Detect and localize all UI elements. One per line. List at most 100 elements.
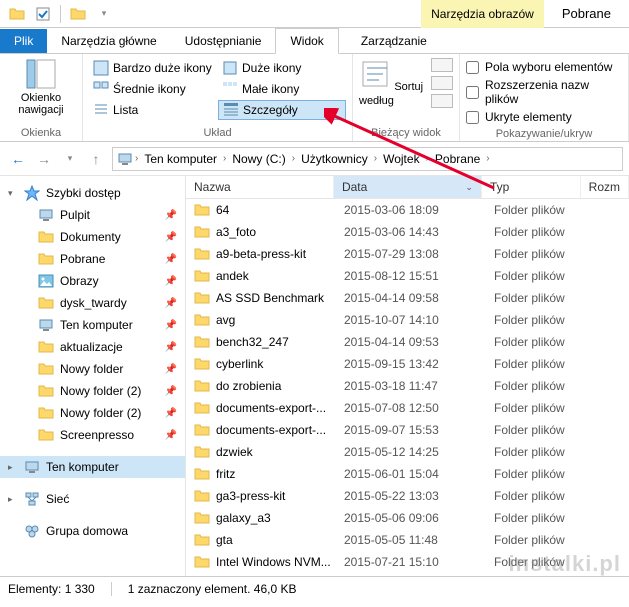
chevron-right-icon[interactable]: › — [135, 153, 138, 164]
sidebar-item[interactable]: ▸aktualizacje📌 — [0, 336, 185, 358]
status-bar: Elementy: 1 330 1 zaznaczony element. 46… — [0, 576, 629, 600]
ribbon-group-current-view: Sortuj według Bieżący widok — [353, 54, 460, 141]
properties-button[interactable] — [32, 3, 54, 25]
table-row[interactable]: cyberlink2015-09-15 13:42Folder plików — [186, 353, 629, 375]
crumb-3[interactable]: Wojtek — [379, 152, 423, 166]
table-row[interactable]: dzwiek2015-05-12 14:25Folder plików — [186, 441, 629, 463]
navigation-pane: ▾ Szybki dostęp ▸Pulpit📌▸Dokumenty📌▸Pobr… — [0, 176, 186, 576]
table-row[interactable]: documents-export-...2015-09-07 15:53Fold… — [186, 419, 629, 441]
folder-icon — [194, 444, 210, 460]
navigation-pane-button[interactable]: Okienko nawigacji — [6, 58, 76, 116]
crumb-0[interactable]: Ten komputer — [140, 152, 221, 166]
tab-file[interactable]: Plik — [0, 29, 47, 53]
folder-icon — [194, 554, 210, 570]
layout-gallery: Bardzo duże ikony Duże ikony Średnie iko… — [89, 58, 346, 120]
sidebar-item[interactable]: ▸Dokumenty📌 — [0, 226, 185, 248]
nav-quick-access[interactable]: ▾ Szybki dostęp — [0, 182, 185, 204]
qat-dropdown-icon[interactable]: ▾ — [93, 3, 115, 25]
forward-button[interactable]: → — [32, 147, 56, 171]
column-header-size[interactable]: Rozm — [581, 176, 629, 198]
layout-list[interactable]: Lista — [89, 100, 217, 120]
table-row[interactable]: andek2015-08-12 15:51Folder plików — [186, 265, 629, 287]
size-columns-button[interactable] — [431, 94, 453, 108]
pin-icon: 📌 — [165, 386, 177, 397]
tab-share[interactable]: Udostępnianie — [171, 29, 276, 53]
folder-icon — [194, 510, 210, 526]
table-row[interactable]: bench32_2472015-04-14 09:53Folder plików — [186, 331, 629, 353]
hidden-items-toggle[interactable]: Ukryte elementy — [466, 108, 622, 126]
layout-small-icons[interactable]: Małe ikony — [218, 79, 346, 99]
new-folder-button[interactable] — [67, 3, 89, 25]
watermark: instalki.pl — [509, 551, 621, 577]
group-label-panes: Okienka — [6, 125, 76, 141]
add-columns-button[interactable] — [431, 76, 453, 90]
table-row[interactable]: do zrobienia2015-03-18 11:47Folder plikó… — [186, 375, 629, 397]
window-title: Pobrane — [544, 2, 629, 25]
pin-icon: 📌 — [165, 254, 177, 265]
ribbon-tabs: Plik Narzędzia główne Udostępnianie Wido… — [0, 28, 629, 54]
layout-details[interactable]: Szczegóły — [218, 100, 346, 120]
table-row[interactable]: ga3-press-kit2015-05-22 13:03Folder plik… — [186, 485, 629, 507]
crumb-2[interactable]: Użytkownicy — [297, 152, 372, 166]
back-button[interactable]: ← — [6, 147, 30, 171]
group-by-button[interactable] — [431, 58, 453, 72]
pin-icon: 📌 — [165, 298, 177, 309]
table-row[interactable]: 642015-03-06 18:09Folder plików — [186, 199, 629, 221]
item-checkboxes-toggle[interactable]: Pola wyboru elementów — [466, 58, 622, 76]
table-row[interactable]: fritz2015-06-01 15:04Folder plików — [186, 463, 629, 485]
sidebar-item[interactable]: ▸Nowy folder (2)📌 — [0, 380, 185, 402]
up-button[interactable]: ↑ — [84, 147, 108, 171]
table-row[interactable]: AS SSD Benchmark2015-04-14 09:58Folder p… — [186, 287, 629, 309]
status-selected: 1 zaznaczony element. 46,0 KB — [128, 582, 297, 596]
layout-extra-large-icons[interactable]: Bardzo duże ikony — [89, 58, 217, 78]
column-header-date[interactable]: Data⌄ — [334, 176, 482, 198]
folder-icon — [194, 312, 210, 328]
ribbon-group-show-hide: Pola wyboru elementów Rozszerzenia nazw … — [460, 54, 629, 141]
sidebar-item[interactable]: ▸Nowy folder📌 — [0, 358, 185, 380]
crumb-4[interactable]: Pobrane — [431, 152, 484, 166]
sidebar-item[interactable]: ▸Pobrane📌 — [0, 248, 185, 270]
sidebar-item[interactable]: ▸dysk_twardy📌 — [0, 292, 185, 314]
title-bar: ▾ Narzędzia obrazów Pobrane — [0, 0, 629, 28]
crumb-1[interactable]: Nowy (C:) — [228, 152, 289, 166]
breadcrumb[interactable]: › Ten komputer› Nowy (C:)› Użytkownicy› … — [112, 147, 623, 171]
folder-icon — [194, 290, 210, 306]
table-row[interactable]: documents-export-...2015-07-08 12:50Fold… — [186, 397, 629, 419]
table-row[interactable]: gta2015-05-05 11:48Folder plików — [186, 529, 629, 551]
layout-medium-icons[interactable]: Średnie ikony — [89, 79, 217, 99]
recent-locations-dropdown[interactable]: ▾ — [58, 147, 82, 171]
sort-by-button[interactable]: Sortuj według — [359, 58, 427, 108]
nav-network[interactable]: ▸ Sieć — [0, 488, 185, 510]
chevron-right-icon[interactable]: ▸ — [8, 462, 18, 473]
status-element-count: Elementy: 1 330 — [8, 582, 95, 596]
chevron-down-icon: ⌄ — [465, 182, 473, 193]
folder-icon — [194, 334, 210, 350]
tab-view[interactable]: Widok — [275, 28, 338, 54]
pin-icon: 📌 — [165, 364, 177, 375]
table-row[interactable]: galaxy_a32015-05-06 09:06Folder plików — [186, 507, 629, 529]
sidebar-item[interactable]: ▸Nowy folder (2)📌 — [0, 402, 185, 424]
sidebar-item[interactable]: ▸Pulpit📌 — [0, 204, 185, 226]
sidebar-item[interactable]: ▸Obrazy📌 — [0, 270, 185, 292]
tab-home[interactable]: Narzędzia główne — [47, 29, 170, 53]
chevron-down-icon[interactable]: ▾ — [8, 188, 18, 199]
pc-icon — [117, 151, 133, 167]
nav-homegroup[interactable]: ▸ Grupa domowa — [0, 520, 185, 542]
chevron-right-icon[interactable]: ▸ — [8, 494, 18, 505]
layout-large-icons[interactable]: Duże ikony — [218, 58, 346, 78]
table-row[interactable]: avg2015-10-07 14:10Folder plików — [186, 309, 629, 331]
filename-extensions-toggle[interactable]: Rozszerzenia nazw plików — [466, 76, 622, 108]
file-list-pane: Nazwa Data⌄ Typ Rozm 642015-03-06 18:09F… — [186, 176, 629, 576]
pin-icon: 📌 — [165, 342, 177, 353]
sidebar-item[interactable]: ▸Ten komputer📌 — [0, 314, 185, 336]
nav-this-pc[interactable]: ▸ Ten komputer — [0, 456, 185, 478]
column-header-type[interactable]: Typ — [482, 176, 581, 198]
tab-manage[interactable]: Zarządzanie — [347, 29, 441, 53]
sort-extras — [427, 58, 453, 108]
ribbon-group-panes: Okienko nawigacji Okienka — [0, 54, 83, 141]
table-row[interactable]: a9-beta-press-kit2015-07-29 13:08Folder … — [186, 243, 629, 265]
table-row[interactable]: a3_foto2015-03-06 14:43Folder plików — [186, 221, 629, 243]
column-header-name[interactable]: Nazwa — [186, 176, 334, 198]
folder-icon — [194, 356, 210, 372]
sidebar-item[interactable]: ▸Screenpresso📌 — [0, 424, 185, 446]
